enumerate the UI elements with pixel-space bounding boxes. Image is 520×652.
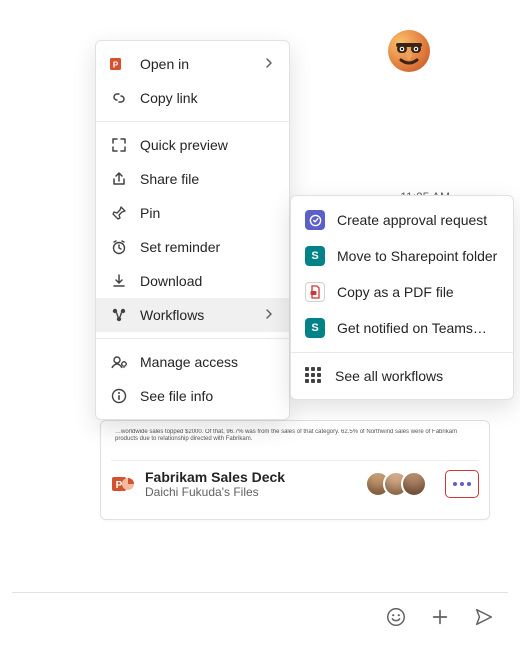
send-icon bbox=[473, 606, 495, 628]
manage-access-icon bbox=[110, 353, 128, 371]
menu-separator bbox=[291, 352, 513, 353]
message-input[interactable] bbox=[24, 593, 364, 640]
submenu-label: Get notified on Teams… bbox=[337, 320, 487, 336]
collaborator-avatars[interactable] bbox=[365, 471, 427, 497]
file-thumbnail-text: …worldwide sales topped $2000. Of that, … bbox=[111, 429, 479, 461]
chevron-right-icon bbox=[263, 56, 275, 72]
pdf-icon bbox=[305, 282, 325, 302]
expand-icon bbox=[110, 136, 128, 154]
menu-manage-access[interactable]: Manage access bbox=[96, 345, 289, 379]
menu-separator bbox=[96, 121, 289, 122]
menu-label: Download bbox=[140, 273, 202, 289]
menu-label: Workflows bbox=[140, 307, 204, 323]
menu-see-file-info[interactable]: See file info bbox=[96, 379, 289, 413]
menu-download[interactable]: Download bbox=[96, 264, 289, 298]
menu-set-reminder[interactable]: Set reminder bbox=[96, 230, 289, 264]
workflow-see-all[interactable]: See all workflows bbox=[291, 359, 513, 393]
collaborator-avatar bbox=[401, 471, 427, 497]
link-icon bbox=[110, 89, 128, 107]
powerpoint-icon: P bbox=[110, 55, 128, 73]
menu-label: Share file bbox=[140, 171, 199, 187]
menu-label: See file info bbox=[140, 388, 213, 404]
apps-grid-icon bbox=[305, 367, 323, 385]
workflows-submenu: Create approval request S Move to Sharep… bbox=[290, 195, 514, 400]
download-icon bbox=[110, 272, 128, 290]
submenu-label: Move to Sharepoint folder bbox=[337, 248, 497, 264]
clock-icon bbox=[110, 238, 128, 256]
submenu-label: Copy as a PDF file bbox=[337, 284, 454, 300]
plus-icon bbox=[429, 606, 451, 628]
svg-text:P: P bbox=[113, 61, 119, 70]
workflow-move-sharepoint[interactable]: S Move to Sharepoint folder bbox=[291, 238, 513, 274]
menu-copy-link[interactable]: Copy link bbox=[96, 81, 289, 115]
menu-open-in[interactable]: P Open in bbox=[96, 47, 289, 81]
menu-separator bbox=[96, 338, 289, 339]
sharepoint-icon: S bbox=[305, 246, 325, 266]
menu-label: Copy link bbox=[140, 90, 198, 106]
workflow-copy-pdf[interactable]: Copy as a PDF file bbox=[291, 274, 513, 310]
powerpoint-icon: P bbox=[111, 472, 135, 496]
menu-label: Quick preview bbox=[140, 137, 228, 153]
emoji-button[interactable] bbox=[384, 605, 408, 629]
chat-area: 11:25 AM …worldwide sales topped $2000. … bbox=[0, 0, 520, 582]
sharepoint-icon: S bbox=[305, 318, 325, 338]
workflows-icon bbox=[110, 306, 128, 324]
file-attachment-card[interactable]: …worldwide sales topped $2000. Of that, … bbox=[100, 420, 490, 520]
more-icon bbox=[453, 482, 471, 486]
info-icon bbox=[110, 387, 128, 405]
menu-pin[interactable]: Pin bbox=[96, 196, 289, 230]
file-context-menu: P Open in Copy link Quick preview Share bbox=[95, 40, 290, 420]
send-button[interactable] bbox=[472, 605, 496, 629]
menu-label: Pin bbox=[140, 205, 160, 221]
share-icon bbox=[110, 170, 128, 188]
svg-text:P: P bbox=[116, 480, 123, 491]
disguise-face-icon bbox=[393, 35, 425, 67]
compose-bar bbox=[12, 592, 508, 640]
emoji-icon bbox=[385, 606, 407, 628]
workflow-create-approval[interactable]: Create approval request bbox=[291, 202, 513, 238]
submenu-label: See all workflows bbox=[335, 368, 443, 384]
chevron-right-icon bbox=[263, 307, 275, 323]
add-button[interactable] bbox=[428, 605, 452, 629]
file-more-button[interactable] bbox=[445, 470, 479, 498]
submenu-label: Create approval request bbox=[337, 212, 487, 228]
menu-quick-preview[interactable]: Quick preview bbox=[96, 128, 289, 162]
file-subtitle: Daichi Fukuda's Files bbox=[145, 485, 355, 499]
file-title: Fabrikam Sales Deck bbox=[145, 469, 355, 485]
menu-label: Set reminder bbox=[140, 239, 220, 255]
workflow-get-notified[interactable]: S Get notified on Teams… bbox=[291, 310, 513, 346]
menu-label: Manage access bbox=[140, 354, 238, 370]
pin-icon bbox=[110, 204, 128, 222]
menu-share-file[interactable]: Share file bbox=[96, 162, 289, 196]
menu-workflows[interactable]: Workflows bbox=[96, 298, 289, 332]
avatar bbox=[388, 30, 430, 72]
menu-label: Open in bbox=[140, 56, 189, 72]
approval-icon bbox=[305, 210, 325, 230]
